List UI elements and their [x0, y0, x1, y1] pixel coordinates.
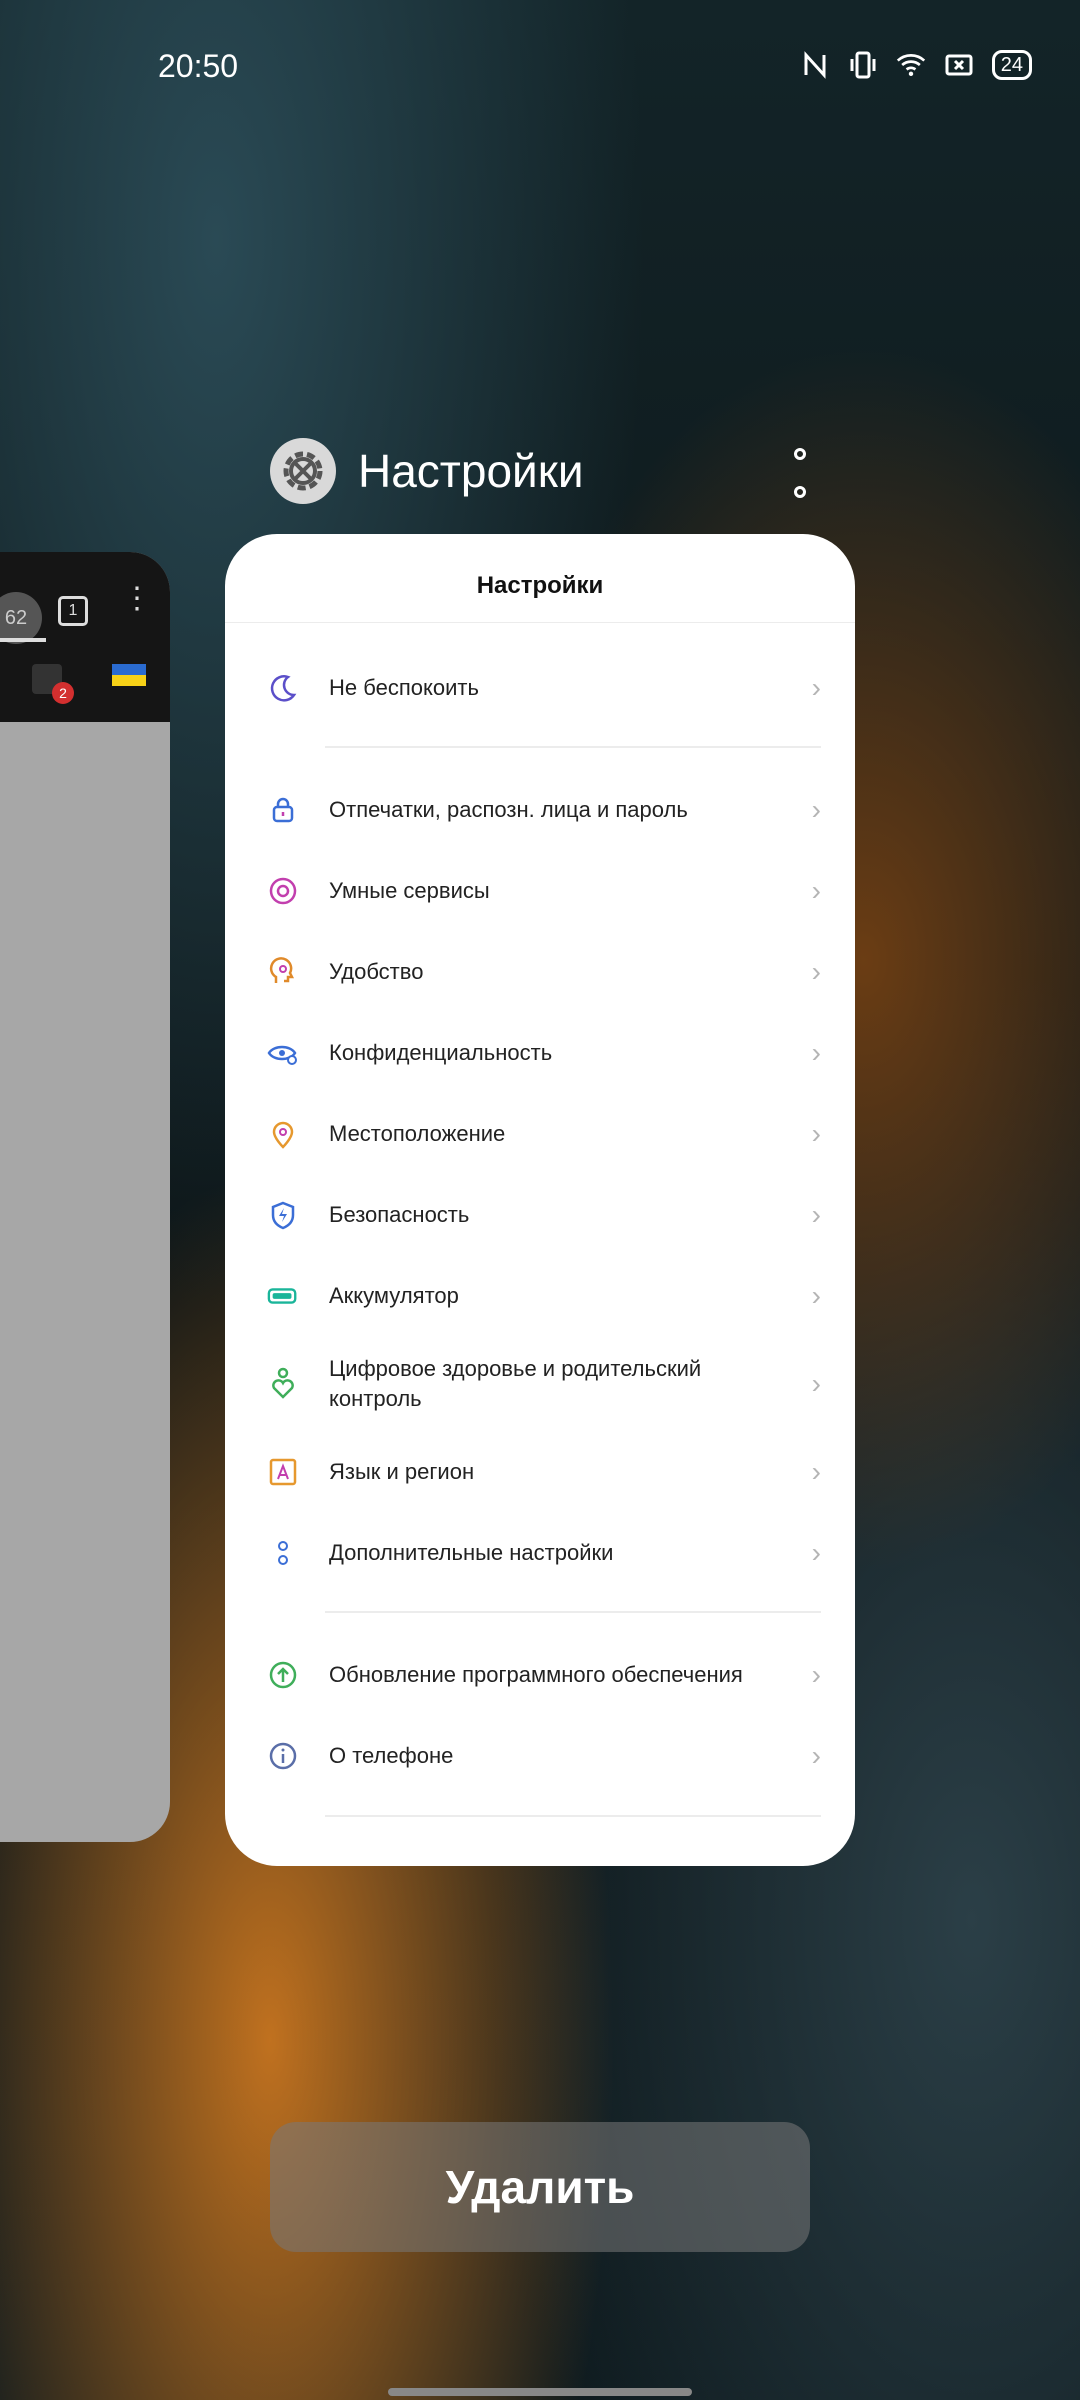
settings-item-do-not-disturb[interactable]: Не беспокоить › — [225, 648, 855, 728]
settings-item-label: Конфиденциальность — [329, 1040, 553, 1065]
chevron-right-icon: › — [811, 1456, 821, 1487]
moon-icon — [267, 672, 299, 704]
gear-icon — [270, 438, 336, 504]
digital-wellbeing-icon — [267, 1367, 299, 1400]
screenshot-icon — [944, 50, 974, 80]
divider — [325, 1815, 821, 1817]
delete-button[interactable]: Удалить — [270, 2122, 810, 2252]
app-card-menu-icon[interactable] — [790, 448, 810, 498]
chevron-right-icon: › — [811, 1368, 821, 1399]
settings-item-location[interactable]: Местоположение › — [225, 1094, 855, 1174]
settings-item-label: Аккумулятор — [329, 1283, 459, 1308]
settings-item-about-phone[interactable]: О телефоне › — [225, 1716, 855, 1796]
chevron-right-icon: › — [811, 1740, 821, 1771]
recent-app-header: Настройки — [270, 438, 810, 508]
settings-item-label: Местоположение — [329, 1121, 506, 1146]
settings-item-software-update[interactable]: Обновление программного обеспечения › — [225, 1635, 855, 1715]
location-pin-icon — [267, 1118, 299, 1150]
vibrate-icon — [848, 50, 878, 80]
chevron-right-icon: › — [811, 1280, 821, 1311]
notification-badge: 2 — [52, 682, 74, 704]
overflow-menu-icon: ⋮ — [122, 582, 152, 615]
battery-level: 24 — [991, 50, 1032, 80]
settings-item-privacy[interactable]: Конфиденциальность › — [225, 1013, 855, 1093]
privacy-eye-icon — [267, 1037, 299, 1069]
app-title: Настройки — [358, 445, 584, 497]
chevron-right-icon: › — [811, 672, 821, 703]
home-indicator[interactable] — [388, 2388, 692, 2396]
chevron-right-icon: › — [811, 1199, 821, 1230]
divider — [325, 746, 821, 748]
chevron-right-icon: › — [811, 794, 821, 825]
status-icons: 24 — [800, 50, 1032, 80]
smart-services-icon — [267, 875, 299, 907]
settings-item-label: Обновление программного обеспечения — [329, 1662, 743, 1687]
settings-item-security[interactable]: Безопасность › — [225, 1175, 855, 1255]
address-pill: 62 — [0, 592, 42, 644]
chevron-right-icon: › — [811, 875, 821, 906]
chevron-right-icon: › — [811, 1659, 821, 1690]
settings-item-fingerprint-face-password[interactable]: Отпечатки, распозн. лица и пароль › — [225, 770, 855, 850]
chevron-right-icon: › — [811, 956, 821, 987]
settings-item-label: Не беспокоить — [329, 675, 479, 700]
status-bar: 20:50 24 — [0, 0, 1080, 140]
lock-icon — [267, 794, 299, 826]
settings-item-label: Безопасность — [329, 1202, 470, 1227]
convenience-icon — [267, 956, 299, 988]
recent-app-card-settings[interactable]: Настройки Не беспокоить › Отпечатки, рас… — [225, 534, 855, 1866]
info-icon — [267, 1740, 299, 1772]
update-arrow-icon — [267, 1659, 299, 1691]
settings-item-label: Цифровое здоровье и родительский контрол… — [329, 1356, 702, 1411]
settings-item-label: Умные сервисы — [329, 878, 490, 903]
recent-app-card-browser[interactable]: 62 1 ⋮ 2 — [0, 552, 170, 1842]
wifi-icon — [896, 50, 926, 80]
nfc-icon — [800, 50, 830, 80]
settings-item-label: Дополнительные настройки — [329, 1540, 614, 1565]
divider — [325, 1611, 821, 1613]
settings-item-label: Язык и регион — [329, 1459, 475, 1484]
settings-item-additional-settings[interactable]: Дополнительные настройки › — [225, 1513, 855, 1593]
chevron-right-icon: › — [811, 1537, 821, 1568]
shield-bolt-icon — [267, 1199, 299, 1231]
settings-item-label: О телефоне — [329, 1743, 454, 1768]
more-settings-icon — [267, 1537, 299, 1569]
settings-item-language-region[interactable]: Язык и регион › — [225, 1432, 855, 1512]
card-title: Настройки — [476, 572, 604, 599]
ukraine-flag-icon — [112, 664, 146, 686]
settings-item-battery[interactable]: Аккумулятор › — [225, 1256, 855, 1336]
settings-item-smart-services[interactable]: Умные сервисы › — [225, 851, 855, 931]
status-time: 20:50 — [158, 48, 239, 84]
chevron-right-icon: › — [811, 1118, 821, 1149]
browser-toolbar: 62 1 ⋮ 2 — [0, 552, 170, 722]
progress-bar — [0, 638, 46, 642]
settings-item-label: Отпечатки, распозн. лица и пароль — [329, 797, 688, 822]
tab-count-icon: 1 — [58, 596, 88, 626]
battery-icon — [267, 1280, 299, 1312]
settings-item-digital-wellbeing[interactable]: Цифровое здоровье и родительский контрол… — [225, 1334, 855, 1434]
divider — [225, 622, 855, 623]
settings-item-convenience[interactable]: Удобство › — [225, 932, 855, 1012]
language-icon — [267, 1456, 299, 1488]
settings-item-label: Удобство — [329, 959, 424, 984]
chevron-right-icon: › — [811, 1037, 821, 1068]
